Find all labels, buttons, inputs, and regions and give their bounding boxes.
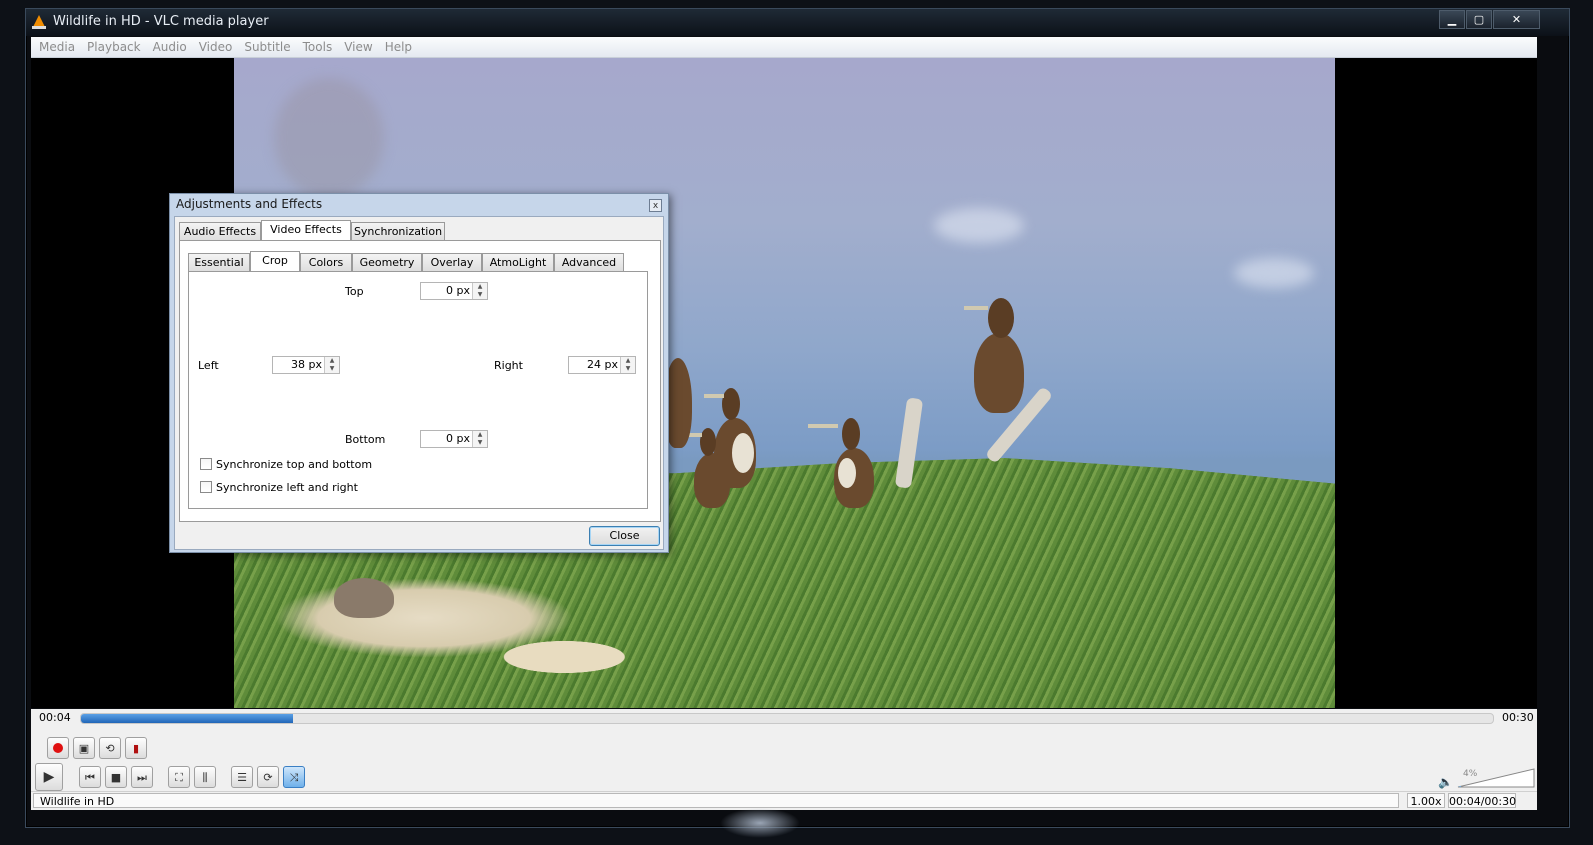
spin-arrows-icon[interactable]: ▲ ▼ [472,283,487,299]
volume-percent: 4% [1463,769,1478,779]
minimize-button[interactable]: ▁ [1439,10,1465,29]
subtab-geometry[interactable]: Geometry [352,253,422,271]
adjustments-dialog: Adjustments and Effects x Audio Effects … [169,193,669,553]
previous-button[interactable]: ⏮ [79,766,101,788]
crop-left-spinbox[interactable]: 38 px ▲ ▼ [272,356,340,374]
sync-left-right-checkbox[interactable] [200,481,212,493]
subtab-atmolight[interactable]: AtmoLight [482,253,554,271]
dialog-close-x-button[interactable]: x [649,199,662,212]
frame-by-frame-icon: ▮ [132,742,140,755]
spin-arrows-icon[interactable]: ▲ ▼ [472,431,487,447]
subtab-colors[interactable]: Colors [300,253,352,271]
crop-bottom-spinbox[interactable]: 0 px ▲ ▼ [420,430,488,448]
crop-top-spinbox[interactable]: 0 px ▲ ▼ [420,282,488,300]
dialog-body: Audio Effects Video Effects Synchronizat… [174,216,664,550]
window-title: Wildlife in HD - VLC media player [53,14,269,29]
play-button[interactable]: ▶ [35,763,63,791]
cloud [1234,258,1314,288]
snapshot-icon: ▣ [78,742,90,755]
close-window-button[interactable]: ✕ [1493,10,1540,29]
sync-top-bottom-checkbox[interactable] [200,458,212,470]
spin-arrows-icon[interactable]: ▲ ▼ [324,357,339,373]
subtab-crop[interactable]: Crop [250,251,300,271]
sync-left-right-label[interactable]: Synchronize left and right [216,481,358,494]
menu-playback[interactable]: Playback [81,37,147,57]
crop-left-value: 38 px [291,358,322,371]
next-icon: ⏭ [137,771,147,784]
playlist-button[interactable]: ☰ [231,766,253,788]
status-media-title: Wildlife in HD [33,793,1399,808]
menu-subtitle[interactable]: Subtitle [238,37,296,57]
menu-help[interactable]: Help [379,37,418,57]
playlist-icon: ☰ [237,771,247,784]
record-button[interactable] [47,737,69,759]
stop-icon: ■ [110,771,122,784]
record-icon [53,743,63,753]
extended-settings-icon: ⫼ [202,771,208,784]
subtab-essential[interactable]: Essential [188,253,250,271]
crop-bottom-label: Bottom [345,433,386,446]
total-time: 00:30 [1502,711,1534,724]
crop-right-label: Right [494,359,523,372]
seek-slider[interactable] [80,713,1494,724]
loop-button[interactable]: ⟳ [257,766,279,788]
menu-view[interactable]: View [338,37,378,57]
menu-bar: Media Playback Audio Video Subtitle Tools View… [31,37,1537,58]
shuffle-button[interactable]: ⤨ [283,766,305,788]
crop-right-spinbox[interactable]: 24 px ▲ ▼ [568,356,636,374]
loop-ab-icon: ⟲ [105,742,115,755]
speaker-icon[interactable]: 🔈 [1438,775,1453,789]
loop-ab-button[interactable]: ⟲ [99,737,121,759]
sand-patch [274,578,574,658]
vlc-cone-icon [32,15,46,29]
loop-icon: ⟳ [263,771,273,784]
crop-right-value: 24 px [587,358,618,371]
spin-arrows-icon[interactable]: ▲ ▼ [620,357,635,373]
shuffle-icon: ⤨ [289,771,299,784]
close-button[interactable]: Close [589,526,660,546]
subtab-overlay[interactable]: Overlay [422,253,482,271]
fullscreen-icon: ⛶ [175,771,183,784]
menu-tools[interactable]: Tools [297,37,339,57]
frame-by-frame-button[interactable]: ▮ [125,737,147,759]
previous-icon: ⏮ [85,771,95,784]
crop-left-label: Left [198,359,219,372]
menu-audio[interactable]: Audio [147,37,193,57]
next-button[interactable]: ⏭ [131,766,153,788]
haze [274,78,384,198]
title-bar: Wildlife in HD - VLC media player ▁ ▢ ✕ [26,9,1569,36]
tab-synchronization[interactable]: Synchronization [351,222,445,240]
extended-settings-button[interactable]: ⫼ [194,766,216,788]
crop-panel: Top 0 px ▲ ▼ Left 38 px ▲ ▼ Right 24 px ▲ ▼… [188,271,648,509]
dialog-title: Adjustments and Effects [176,197,323,211]
elapsed-time: 00:04 [39,711,71,724]
crop-top-label: Top [345,285,364,298]
snapshot-button[interactable]: ▣ [73,737,95,759]
crop-top-value: 0 px [446,284,470,297]
seek-progress [81,714,293,723]
video-effects-panel: Essential Crop Colors Geometry Overlay A… [179,240,661,522]
play-icon: ▶ [43,769,55,785]
sync-top-bottom-label[interactable]: Synchronize top and bottom [216,458,372,471]
playback-rate[interactable]: 1.00x [1407,793,1445,808]
subtab-advanced[interactable]: Advanced [554,253,624,271]
fullscreen-button[interactable]: ⛶ [168,766,190,788]
menu-media[interactable]: Media [33,37,81,57]
tab-audio-effects[interactable]: Audio Effects [179,222,261,240]
status-time[interactable]: 00:04/00:30 [1448,793,1516,808]
tab-video-effects[interactable]: Video Effects [261,220,351,240]
crop-bottom-value: 0 px [446,432,470,445]
maximize-button[interactable]: ▢ [1466,10,1492,29]
menu-video[interactable]: Video [193,37,239,57]
controls-panel: 00:04 00:30 ▣ ⟲ ▮ ▶ ⏮ ■ ⏭ ⛶ ⫼ ☰ ⟳ ⤨ 🔈 4% [31,709,1537,791]
taskbar-glow [720,808,800,838]
cloud [934,208,1024,243]
stop-button[interactable]: ■ [105,766,127,788]
